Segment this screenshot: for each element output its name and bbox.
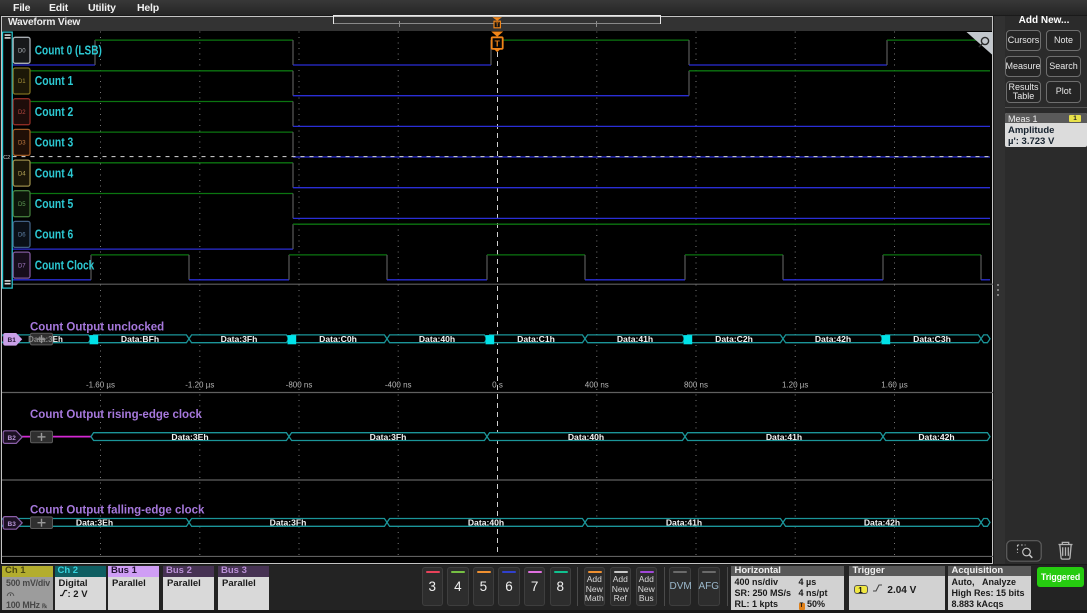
svg-text:Count Output unclocked: Count Output unclocked xyxy=(30,321,164,333)
svg-text:Data:40h: Data:40h xyxy=(419,334,455,344)
svg-text:D0: D0 xyxy=(18,48,26,54)
svg-text:Data:41h: Data:41h xyxy=(766,431,802,441)
svg-text:-1.20 µs: -1.20 µs xyxy=(185,380,214,389)
svg-text:D1: D1 xyxy=(18,79,26,85)
svg-text:-400 ns: -400 ns xyxy=(385,380,412,389)
svg-text:1.60 µs: 1.60 µs xyxy=(881,380,907,389)
svg-text:Data:C3h: Data:C3h xyxy=(913,334,951,344)
svg-text:Data:C2h: Data:C2h xyxy=(715,334,753,344)
svg-text:Count 5: Count 5 xyxy=(35,195,74,210)
svg-text:Data:C1h: Data:C1h xyxy=(517,334,555,344)
svg-text:1.20 µs: 1.20 µs xyxy=(782,380,808,389)
svg-text:D5: D5 xyxy=(18,201,26,207)
svg-text:-800 ns: -800 ns xyxy=(286,380,313,389)
svg-text:Data:42h: Data:42h xyxy=(918,431,954,441)
svg-text:Count 4: Count 4 xyxy=(35,165,74,180)
svg-text:Count Output rising-edge clock: Count Output rising-edge clock xyxy=(30,408,202,420)
svg-text:Count 0 (LSB): Count 0 (LSB) xyxy=(35,42,102,57)
svg-text:D2: D2 xyxy=(18,109,26,115)
svg-text:D6: D6 xyxy=(18,232,26,238)
svg-text:Count 1: Count 1 xyxy=(35,73,74,88)
svg-text:Count 6: Count 6 xyxy=(35,226,74,241)
svg-text:D3: D3 xyxy=(18,140,26,146)
svg-text:B1: B1 xyxy=(8,337,17,344)
svg-text:800 ns: 800 ns xyxy=(684,380,708,389)
svg-text:B3: B3 xyxy=(8,520,17,527)
svg-text:Data:42h: Data:42h xyxy=(864,517,900,527)
svg-text:Data:42h: Data:42h xyxy=(815,334,851,344)
svg-text:0 s: 0 s xyxy=(492,380,503,389)
svg-text:Data:40h: Data:40h xyxy=(568,431,604,441)
svg-text:Data:3Fh: Data:3Fh xyxy=(370,431,407,441)
svg-text:T: T xyxy=(495,38,501,48)
svg-text:Data:3Eh: Data:3Eh xyxy=(171,431,208,441)
svg-text:Data:C0h: Data:C0h xyxy=(319,334,357,344)
svg-text:C2: C2 xyxy=(3,155,10,161)
svg-text:Data:41h: Data:41h xyxy=(617,334,653,344)
svg-text:Data:BFh: Data:BFh xyxy=(121,334,159,344)
svg-text:Count Clock: Count Clock xyxy=(35,257,95,272)
svg-text:D7: D7 xyxy=(18,263,26,269)
svg-text:Count Output falling-edge cloc: Count Output falling-edge clock xyxy=(30,504,205,516)
svg-text:Data:3Fh: Data:3Fh xyxy=(221,334,258,344)
svg-text:Data:3Eh: Data:3Eh xyxy=(76,517,113,527)
svg-text:-1.60 µs: -1.60 µs xyxy=(86,380,115,389)
svg-text:Data:40h: Data:40h xyxy=(468,517,504,527)
svg-text:Count 3: Count 3 xyxy=(35,134,74,149)
svg-text:D4: D4 xyxy=(18,171,26,177)
svg-text:Data:41h: Data:41h xyxy=(666,517,702,527)
svg-text:Data:3Fh: Data:3Fh xyxy=(270,517,307,527)
svg-text:Count 2: Count 2 xyxy=(35,103,74,118)
svg-text:Data:3Eh: Data:3Eh xyxy=(28,335,63,344)
svg-text:B2: B2 xyxy=(8,435,17,442)
svg-text:400 ns: 400 ns xyxy=(585,380,609,389)
